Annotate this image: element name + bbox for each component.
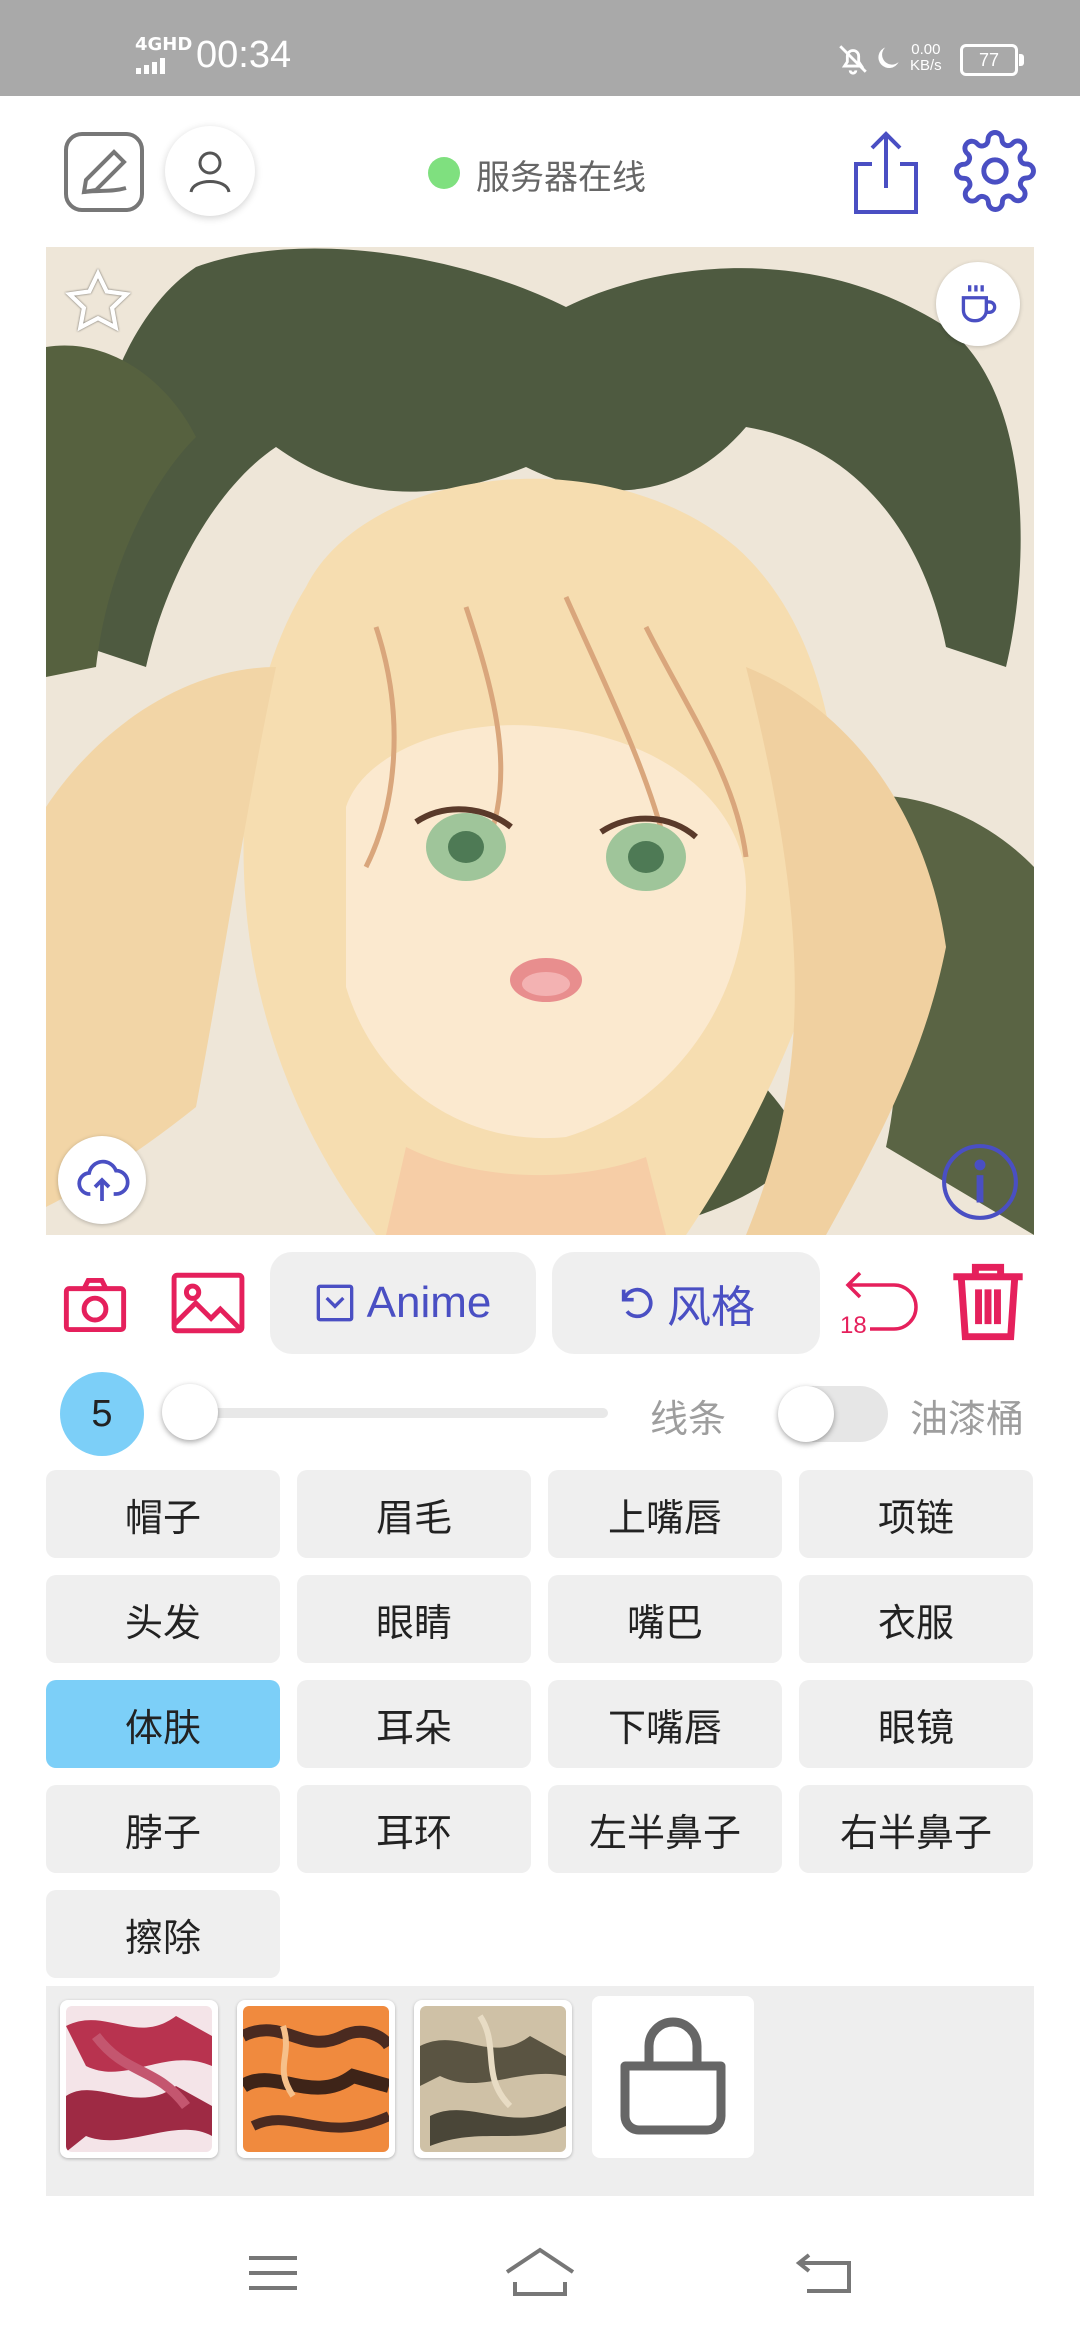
star-icon <box>64 268 132 332</box>
back-icon <box>795 2253 851 2293</box>
style-label: 风格 <box>667 1283 755 1332</box>
mute-bell-icon <box>836 42 870 80</box>
info-button[interactable] <box>938 1140 1022 1224</box>
bucket-mode-label: 油漆桶 <box>910 1397 1025 1441</box>
brush-size-slider-handle[interactable] <box>162 1384 218 1440</box>
undo-count: 18 <box>840 1312 867 1339</box>
part-button-eyebrows[interactable]: 眉毛 <box>297 1470 531 1558</box>
part-button-erase[interactable]: 擦除 <box>46 1890 280 1978</box>
camera-button[interactable] <box>60 1270 130 1340</box>
server-status-dot <box>428 157 460 189</box>
user-icon <box>189 151 231 193</box>
clock: 00:34 <box>196 34 292 76</box>
part-button-eyes[interactable]: 眼睛 <box>297 1575 531 1663</box>
coffee-button[interactable] <box>936 262 1020 346</box>
server-status-text: 服务器在线 <box>476 158 646 198</box>
part-button-right-nose[interactable]: 右半鼻子 <box>799 1785 1033 1873</box>
system-nav-bar <box>0 2196 1080 2340</box>
part-button-ears[interactable]: 耳朵 <box>297 1680 531 1768</box>
part-button-clothes[interactable]: 衣服 <box>799 1575 1033 1663</box>
part-button-earrings[interactable]: 耳环 <box>297 1785 531 1873</box>
trash-icon <box>953 1263 1023 1341</box>
swatch-orange-tiger[interactable] <box>237 2000 395 2158</box>
share-button[interactable] <box>846 130 926 216</box>
gallery-button[interactable] <box>170 1268 246 1338</box>
back-nav-button[interactable] <box>792 2246 858 2298</box>
swatch-beige-camo[interactable] <box>414 2000 572 2158</box>
shop-button[interactable] <box>592 1996 754 2158</box>
part-button-upper-lip[interactable]: 上嘴唇 <box>548 1470 782 1558</box>
shop-bag-icon <box>620 2017 726 2135</box>
style-button[interactable]: 风格 <box>552 1252 820 1354</box>
moon-icon <box>872 42 904 78</box>
image-icon <box>171 1272 245 1334</box>
signal-icon <box>136 56 184 74</box>
model-label: Anime <box>366 1278 492 1327</box>
status-bar: 4GHD 00:34 0.00 KB/s 77 <box>0 0 1080 96</box>
info-icon <box>942 1144 1018 1220</box>
drawing-canvas[interactable] <box>46 247 1034 1235</box>
settings-button[interactable] <box>952 128 1038 214</box>
cloud-upload-icon <box>77 1159 130 1201</box>
brush-size-slider-track[interactable] <box>170 1408 608 1418</box>
network-indicator: 4GHD <box>135 34 193 55</box>
edit-button[interactable] <box>62 130 146 214</box>
profile-button[interactable] <box>165 126 255 216</box>
part-button-skin[interactable]: 体肤 <box>46 1680 280 1768</box>
delete-button[interactable] <box>948 1260 1028 1344</box>
settings-icon <box>954 130 1036 212</box>
part-button-lower-lip[interactable]: 下嘴唇 <box>548 1680 782 1768</box>
part-button-hat[interactable]: 帽子 <box>46 1470 280 1558</box>
part-button-hair[interactable]: 头发 <box>46 1575 280 1663</box>
generated-anime-image <box>46 247 1034 1235</box>
part-button-necklace[interactable]: 项链 <box>799 1470 1033 1558</box>
edit-icon <box>64 132 144 212</box>
net-speed-unit: KB/s <box>910 57 942 74</box>
model-select-button[interactable]: Anime <box>270 1252 536 1354</box>
home-icon <box>505 2247 575 2296</box>
brush-size-badge: 5 <box>60 1372 144 1456</box>
camera-icon <box>63 1278 127 1332</box>
part-button-glasses[interactable]: 眼镜 <box>799 1680 1033 1768</box>
menu-nav-button[interactable] <box>238 2248 308 2298</box>
bucket-toggle-knob[interactable] <box>778 1386 834 1442</box>
home-nav-button[interactable] <box>500 2244 580 2300</box>
part-button-neck[interactable]: 脖子 <box>46 1785 280 1873</box>
battery-icon: 77 <box>960 44 1024 76</box>
net-speed: 0.00 KB/s <box>910 42 942 74</box>
net-speed-value: 0.00 <box>911 41 941 58</box>
swatch-red-pattern[interactable] <box>60 2000 218 2158</box>
part-button-left-nose[interactable]: 左半鼻子 <box>548 1785 782 1873</box>
favorite-button[interactable] <box>60 264 136 340</box>
coffee-icon <box>961 285 997 323</box>
checkbox-icon <box>316 1284 353 1322</box>
share-icon <box>854 131 918 214</box>
line-mode-label: 线条 <box>650 1397 727 1441</box>
part-button-mouth[interactable]: 嘴巴 <box>548 1575 782 1663</box>
refresh-icon <box>621 1287 653 1319</box>
upload-button[interactable] <box>58 1136 146 1224</box>
menu-icon <box>249 2256 297 2290</box>
